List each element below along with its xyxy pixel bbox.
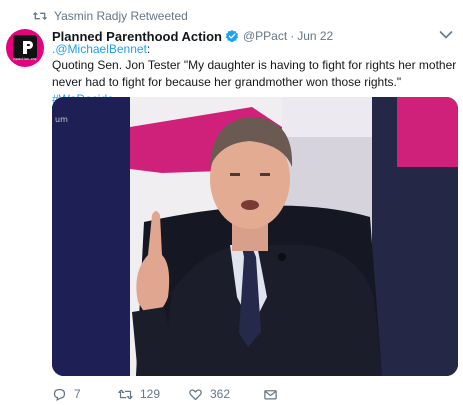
header-separator: · <box>290 29 295 43</box>
mention-suffix: : <box>146 42 151 56</box>
like-count: 362 <box>210 387 231 401</box>
envelope-icon <box>264 389 277 399</box>
video-still: um <box>52 97 458 376</box>
retweet-context-text: Yasmin Radjy Retweeted <box>54 9 188 23</box>
retweet-context[interactable]: Yasmin Radjy Retweeted <box>32 8 188 24</box>
reply-count: 7 <box>74 387 81 401</box>
tweet-body: Quoting Sen. Jon Tester "My daughter is … <box>52 58 457 89</box>
mention-link[interactable]: @MichaelBennet <box>55 42 147 56</box>
tweet-actions: 7 129 362 <box>52 384 278 404</box>
reply-icon <box>53 388 66 401</box>
retweet-count: 129 <box>140 387 161 401</box>
mention-line: .@MichaelBennet: <box>52 42 150 56</box>
tweet-media[interactable]: um <box>52 97 458 376</box>
retweet-icon <box>118 389 133 399</box>
tweet-timestamp[interactable]: Jun 22 <box>297 29 333 43</box>
heart-icon <box>189 388 202 400</box>
chevron-down-icon[interactable] <box>439 30 453 40</box>
avatar-caption: ppaction.org <box>13 57 37 61</box>
reply-button[interactable]: 7 <box>52 387 118 402</box>
retweet-button[interactable]: 129 <box>118 387 188 402</box>
retweet-icon <box>32 12 48 20</box>
direct-message-button[interactable] <box>263 387 278 402</box>
planned-parenthood-logo <box>13 35 37 59</box>
author-handle[interactable]: @PPact <box>243 29 287 43</box>
backdrop-sign-text: um <box>55 115 68 124</box>
author-avatar[interactable]: ppaction.org <box>6 29 44 67</box>
verified-badge-icon <box>225 29 239 43</box>
like-button[interactable]: 362 <box>188 387 263 402</box>
